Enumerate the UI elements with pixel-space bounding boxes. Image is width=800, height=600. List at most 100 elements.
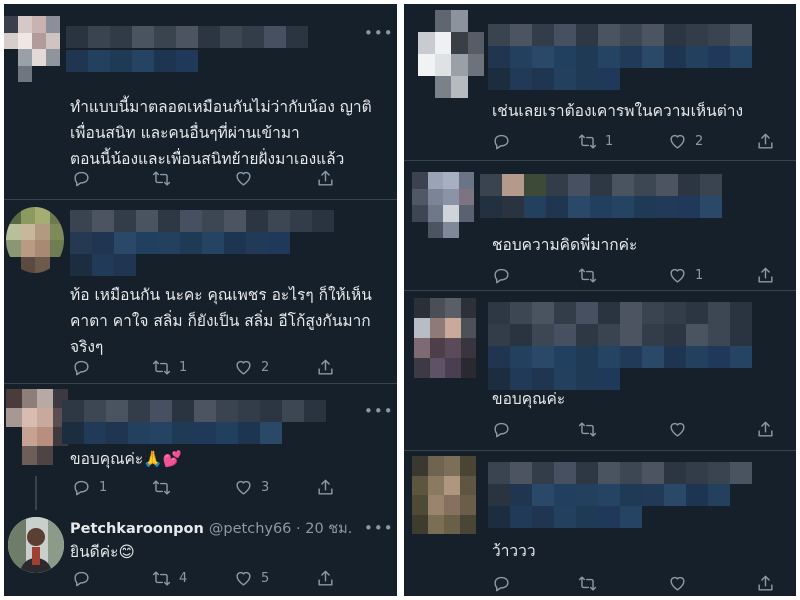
tweet-actions bbox=[492, 418, 783, 440]
reply-icon bbox=[72, 569, 91, 588]
reply-button[interactable] bbox=[492, 574, 578, 593]
share-icon bbox=[756, 132, 775, 151]
blurred-username bbox=[62, 400, 326, 422]
reply-button[interactable] bbox=[492, 132, 578, 151]
reply-button[interactable] bbox=[72, 569, 152, 588]
handle-and-time[interactable]: @petchy66 · 20 ชม. bbox=[209, 521, 352, 537]
avatar[interactable] bbox=[414, 298, 476, 378]
share-button[interactable] bbox=[756, 420, 783, 439]
like-button[interactable] bbox=[234, 169, 316, 188]
more-icon[interactable]: ••• bbox=[364, 519, 394, 537]
like-button[interactable]: 2 bbox=[234, 358, 316, 377]
heart-icon bbox=[234, 169, 253, 188]
tweet-text: ท้อ เหมือนกัน นะคะ คุณเพชร อะไรๆ ก็ให้เห… bbox=[70, 286, 372, 356]
tweet-actions: 4 5 bbox=[72, 567, 343, 589]
blurred-handle bbox=[66, 50, 198, 72]
share-icon bbox=[316, 569, 335, 588]
share-icon bbox=[756, 420, 775, 439]
tweet-actions: 1 3 bbox=[72, 476, 343, 498]
reply-button[interactable] bbox=[492, 420, 578, 439]
retweet-button[interactable] bbox=[578, 420, 668, 439]
like-button[interactable] bbox=[668, 420, 756, 439]
profile-photo bbox=[8, 517, 64, 573]
blurred-username bbox=[488, 24, 752, 46]
tweet-text: เช่นเลยเราต้องเคารพในความเห็นต่าง bbox=[492, 102, 744, 120]
retweet-icon bbox=[578, 132, 597, 151]
like-button[interactable] bbox=[668, 574, 756, 593]
more-icon[interactable]: ••• bbox=[364, 402, 394, 420]
share-button[interactable] bbox=[756, 132, 783, 151]
retweet-button[interactable] bbox=[152, 478, 234, 497]
retweet-button[interactable] bbox=[152, 169, 234, 188]
tweet-actions: 1 bbox=[492, 264, 783, 286]
retweet-button[interactable] bbox=[578, 574, 668, 593]
blurred-handle bbox=[480, 196, 722, 218]
retweet-button[interactable]: 4 bbox=[152, 569, 234, 588]
share-button[interactable] bbox=[756, 266, 783, 285]
retweet-icon bbox=[152, 478, 171, 497]
avatar[interactable] bbox=[6, 389, 68, 465]
like-button[interactable]: 1 bbox=[668, 266, 756, 285]
reply-icon bbox=[72, 478, 91, 497]
avatar[interactable] bbox=[418, 10, 484, 98]
blurred-handle bbox=[70, 254, 136, 276]
share-button[interactable] bbox=[756, 574, 783, 593]
like-button[interactable]: 5 bbox=[234, 569, 316, 588]
share-button[interactable] bbox=[316, 169, 343, 188]
right-feed-panel: เช่นเลยเราต้องเคารพในความเห็นต่าง 1 2 ชอ… bbox=[404, 4, 796, 596]
tweet-card[interactable]: ท้อ เหมือนกัน นะคะ คุณเพชร อะไรๆ ก็ให้เห… bbox=[4, 199, 397, 384]
retweet-icon bbox=[578, 266, 597, 285]
reply-button[interactable] bbox=[72, 358, 152, 377]
tweet-card[interactable]: Petchkaroonpon @petchy66 · 20 ชม. ••• ยิ… bbox=[4, 507, 397, 596]
avatar[interactable] bbox=[412, 172, 474, 238]
reply-icon bbox=[492, 420, 511, 439]
avatar[interactable] bbox=[4, 16, 60, 82]
tweet-actions bbox=[492, 572, 783, 594]
reply-button[interactable] bbox=[492, 266, 578, 285]
tweet-card[interactable]: ••• ขอบคุณค่ะ🙏💕 1 3 bbox=[4, 383, 397, 507]
share-icon bbox=[756, 574, 775, 593]
share-icon bbox=[756, 266, 775, 285]
blurred-username bbox=[480, 174, 722, 196]
share-button[interactable] bbox=[316, 478, 343, 497]
blurred-username bbox=[488, 302, 752, 324]
heart-icon bbox=[668, 132, 687, 151]
retweet-icon bbox=[152, 358, 171, 377]
blurred-username bbox=[488, 324, 752, 346]
share-icon bbox=[316, 358, 335, 377]
avatar[interactable] bbox=[8, 517, 64, 573]
share-button[interactable] bbox=[316, 569, 343, 588]
tweet-card[interactable]: เช่นเลยเราต้องเคารพในความเห็นต่าง 1 2 bbox=[404, 4, 796, 161]
share-icon bbox=[316, 478, 335, 497]
blurred-handle bbox=[488, 506, 642, 528]
display-name[interactable]: Petchkaroonpon bbox=[70, 521, 204, 537]
reply-button[interactable]: 1 bbox=[72, 478, 152, 497]
heart-icon bbox=[234, 478, 253, 497]
avatar[interactable] bbox=[6, 207, 64, 273]
tweet-actions: 1 2 bbox=[72, 356, 343, 378]
blurred-username bbox=[70, 210, 334, 232]
tweet-text: ชอบความคิดพี่มากค่ะ bbox=[492, 236, 638, 254]
left-feed-panel: ••• ทำแบบนี้มาตลอดเหมือนกันไม่ว่ากับน้อง… bbox=[4, 4, 397, 596]
blurred-handle bbox=[62, 422, 282, 444]
tweet-text: ว้าววว bbox=[492, 542, 536, 560]
tweet-text: ยินดีค่ะ😊 bbox=[70, 543, 135, 561]
like-button[interactable]: 2 bbox=[668, 132, 756, 151]
tweet-card[interactable]: ••• ทำแบบนี้มาตลอดเหมือนกันไม่ว่ากับน้อง… bbox=[4, 4, 397, 200]
more-icon[interactable]: ••• bbox=[364, 24, 394, 42]
tweet-actions bbox=[72, 167, 343, 189]
retweet-icon bbox=[152, 169, 171, 188]
heart-icon bbox=[668, 420, 687, 439]
reply-button[interactable] bbox=[72, 169, 152, 188]
avatar[interactable] bbox=[412, 456, 476, 534]
share-button[interactable] bbox=[316, 358, 343, 377]
retweet-button[interactable] bbox=[578, 266, 668, 285]
tweet-card[interactable]: ว้าววว bbox=[404, 450, 796, 596]
retweet-button[interactable]: 1 bbox=[578, 132, 668, 151]
tweet-card[interactable]: ขอบคุณค่ะ bbox=[404, 290, 796, 451]
retweet-button[interactable]: 1 bbox=[152, 358, 234, 377]
reply-icon bbox=[72, 169, 91, 188]
tweet-card[interactable]: ชอบความคิดพี่มากค่ะ 1 bbox=[404, 160, 796, 291]
heart-icon bbox=[234, 569, 253, 588]
like-button[interactable]: 3 bbox=[234, 478, 316, 497]
